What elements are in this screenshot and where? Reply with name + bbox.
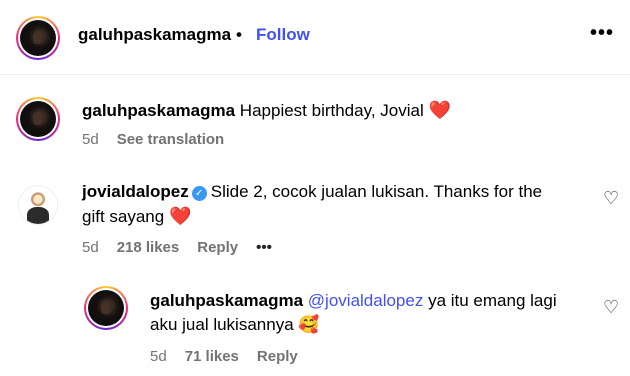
commenter-avatar[interactable]	[18, 185, 58, 225]
header-divider	[0, 74, 630, 75]
comment-time: 5d	[82, 239, 99, 256]
comment-username[interactable]: jovialdalopez	[82, 182, 189, 201]
caption-text: Happiest birthday, Jovial	[239, 101, 424, 120]
reply-avatar[interactable]	[84, 286, 128, 330]
comment-likes[interactable]: 218 likes	[117, 239, 180, 256]
header-separator: •	[236, 25, 242, 44]
caption-avatar[interactable]	[16, 97, 60, 141]
heart-emoji: ❤️	[428, 100, 451, 120]
like-comment-icon[interactable]: ♡	[603, 188, 619, 209]
reply-text-line-2: aku jual lukisannya 🥰	[150, 313, 320, 337]
reply-text-2: aku jual lukisannya	[150, 315, 294, 334]
reply-text-1: ya itu emang lagi	[428, 291, 557, 310]
verified-badge-icon: ✓	[191, 186, 207, 201]
caption-meta: 5d See translation	[82, 131, 224, 148]
smiling-face-with-hearts-emoji: 🥰	[298, 315, 320, 334]
reply-time: 5d	[150, 348, 167, 365]
header-username[interactable]: galuhpaskamagma	[78, 25, 231, 45]
header-avatar[interactable]	[16, 16, 60, 60]
reply-username[interactable]: galuhpaskamagma	[150, 291, 303, 310]
profile-picture	[20, 101, 56, 137]
comment-text-line-2: gift sayang ❤️	[82, 204, 191, 229]
caption-time: 5d	[82, 131, 99, 148]
heart-emoji: ❤️	[168, 206, 192, 226]
more-options-icon[interactable]: •••	[590, 22, 614, 45]
reply-likes[interactable]: 71 likes	[185, 348, 239, 365]
comment-text-1: Slide 2, cocok jualan lukisan. Thanks fo…	[210, 182, 543, 201]
reply-text-line-1: galuhpaskamagma @jovialdalopez ya itu em…	[150, 289, 557, 313]
caption-text-line: galuhpaskamagma Happiest birthday, Jovia…	[82, 98, 451, 123]
comment-meta: 5d 218 likes Reply •••	[82, 239, 272, 256]
profile-picture	[88, 290, 124, 326]
reply-meta: 5d 71 likes Reply	[150, 348, 298, 365]
mention-link[interactable]: @jovialdalopez	[308, 291, 424, 310]
comment-more-icon[interactable]: •••	[256, 239, 272, 256]
caption-username[interactable]: galuhpaskamagma	[82, 101, 235, 120]
reply-button[interactable]: Reply	[197, 239, 238, 256]
like-reply-icon[interactable]: ♡	[603, 297, 619, 318]
follow-button[interactable]: Follow	[256, 25, 310, 45]
comment-text-2: gift sayang	[82, 207, 165, 226]
see-translation-button[interactable]: See translation	[117, 131, 225, 148]
profile-picture	[20, 20, 56, 56]
comment-text-line-1: jovialdalopez ✓ Slide 2, cocok jualan luki…	[82, 180, 542, 204]
reply-reply-button[interactable]: Reply	[257, 348, 298, 365]
